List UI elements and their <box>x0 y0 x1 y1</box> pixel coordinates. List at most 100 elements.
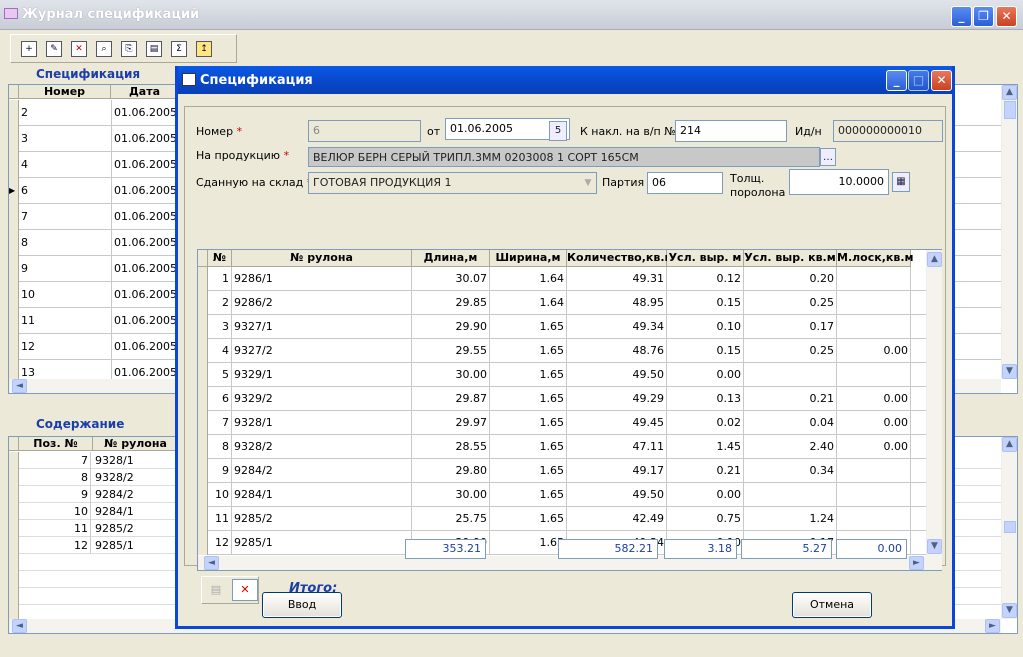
rolls-header-qty[interactable]: Количество,кв.м <box>567 250 674 267</box>
rolls-header-roll[interactable]: № рулона <box>232 250 412 267</box>
minimize-button[interactable]: _ <box>951 6 972 27</box>
restore-button[interactable]: ❐ <box>973 6 994 27</box>
spec-vscroll[interactable]: ▲ ▼ <box>1001 85 1017 379</box>
rolls-roll-cell: 9285/1 <box>232 531 412 555</box>
table-row[interactable]: 10 9284/1 30.00 1.65 49.50 0.00 <box>198 483 926 507</box>
sum-icon[interactable]: Σ <box>171 41 187 57</box>
rolls-mlosk-cell <box>837 507 911 531</box>
row-indicator <box>9 100 19 126</box>
export-icon[interactable]: ↥ <box>196 41 212 57</box>
scroll-thumb[interactable] <box>1004 101 1016 119</box>
add-record-icon[interactable]: + <box>21 41 37 57</box>
rolls-roll-cell: 9286/1 <box>232 267 412 291</box>
product-field[interactable]: ВЕЛЮР БЕРН СЕРЫЙ ТРИПЛ.3ММ 0203008 1 СОР… <box>308 147 820 167</box>
calculator-icon[interactable]: ▦ <box>892 172 910 192</box>
rolls-width-cell: 1.65 <box>490 363 567 387</box>
scroll-up-icon[interactable]: ▲ <box>1002 85 1017 100</box>
copy-icon[interactable]: ⎘ <box>121 41 137 57</box>
print-icon[interactable]: ▤ <box>146 41 162 57</box>
browse-product-button[interactable]: … <box>820 148 836 166</box>
table-row[interactable]: 4 9327/2 29.55 1.65 48.76 0.15 0.25 0.00 <box>198 339 926 363</box>
foam-field[interactable]: 10.0000 <box>789 169 889 195</box>
add-row-icon[interactable]: ▤ <box>205 580 227 600</box>
scroll-down-icon[interactable]: ▼ <box>1002 603 1017 618</box>
find-icon[interactable]: ⌕ <box>96 41 112 57</box>
rolls-width-cell: 1.65 <box>490 483 567 507</box>
chevron-down-icon[interactable]: ▼ <box>581 175 595 191</box>
spec-number-cell: 4 <box>21 158 28 171</box>
scroll-thumb[interactable] <box>1004 521 1016 533</box>
scroll-right-icon[interactable]: ► <box>909 556 924 570</box>
rolls-width-cell: 1.65 <box>490 411 567 435</box>
batch-field[interactable]: 06 <box>647 172 723 194</box>
rolls-length-cell: 28.55 <box>412 435 490 459</box>
total-mlosk: 0.00 <box>836 539 907 559</box>
foam-label-1: Толщ. <box>730 172 765 185</box>
spec-date-cell: 01.06.2005 <box>111 282 179 308</box>
table-row[interactable]: 8 9328/2 28.55 1.65 47.11 1.45 2.40 0.00 <box>198 435 926 459</box>
rolls-usl-kvm-cell <box>744 363 837 387</box>
rolls-header-length[interactable]: Длина,м <box>412 250 490 267</box>
scroll-down-icon[interactable]: ▼ <box>1002 364 1017 379</box>
content-pos-cell: 9 <box>19 486 91 503</box>
edit-record-icon[interactable]: ✎ <box>46 41 62 57</box>
rolls-header-usl-kvm[interactable]: Усл. выр. кв.м <box>744 250 837 267</box>
row-indicator <box>9 256 19 282</box>
content-header-roll: № рулона <box>93 437 179 451</box>
row-indicator <box>198 387 208 411</box>
scroll-up-icon[interactable]: ▲ <box>1002 437 1017 452</box>
warehouse-label: Сданную на склад <box>196 176 304 189</box>
scroll-down-icon[interactable]: ▼ <box>927 539 942 554</box>
rolls-header-width[interactable]: Ширина,м <box>490 250 567 267</box>
ok-button[interactable]: Ввод <box>262 592 342 618</box>
rolls-width-cell: 1.64 <box>490 267 567 291</box>
scroll-right-icon[interactable]: ► <box>985 619 1000 633</box>
rolls-mlosk-cell: 0.00 <box>837 339 911 363</box>
table-row[interactable]: 11 9285/2 25.75 1.65 42.49 0.75 1.24 <box>198 507 926 531</box>
row-indicator <box>9 588 19 605</box>
row-indicator <box>198 435 208 459</box>
scroll-up-icon[interactable]: ▲ <box>927 252 942 267</box>
rolls-vscroll[interactable]: ▲ ▼ <box>926 250 942 556</box>
dialog-frame: Номер * 6 от 01.06.2005 5 К накл. на в/п… <box>184 106 946 604</box>
row-indicator <box>9 152 19 178</box>
table-row[interactable]: 6 9329/2 29.87 1.65 49.29 0.13 0.21 0.00 <box>198 387 926 411</box>
rolls-usl-m-cell: 0.00 <box>667 363 744 387</box>
rolls-width-cell: 1.65 <box>490 387 567 411</box>
grid-actions: ▤ ✕ <box>201 576 259 604</box>
row-indicator <box>9 486 19 503</box>
scroll-left-icon[interactable]: ◄ <box>12 619 27 633</box>
rolls-header-usl-m[interactable]: Усл. выр. м <box>667 250 744 267</box>
rolls-length-cell: 29.90 <box>412 315 490 339</box>
scroll-left-icon[interactable]: ◄ <box>204 556 219 570</box>
rolls-no-cell: 6 <box>208 387 232 411</box>
table-row[interactable]: 2 9286/2 29.85 1.64 48.95 0.15 0.25 <box>198 291 926 315</box>
dialog-maximize-button[interactable]: □ <box>908 70 929 91</box>
delete-record-icon[interactable]: ✕ <box>71 41 87 57</box>
cancel-button[interactable]: Отмена <box>792 592 872 618</box>
scroll-left-icon[interactable]: ◄ <box>12 379 27 393</box>
delete-row-icon[interactable]: ✕ <box>232 579 258 601</box>
invoice-field[interactable]: 214 <box>675 120 787 142</box>
rolls-header-no[interactable]: № <box>208 250 232 267</box>
total-length: 353.21 <box>405 539 486 559</box>
dialog-minimize-button[interactable]: _ <box>886 70 907 91</box>
table-row[interactable]: 5 9329/1 30.00 1.65 49.50 0.00 <box>198 363 926 387</box>
table-row[interactable]: 1 9286/1 30.07 1.64 49.31 0.12 0.20 <box>198 267 926 291</box>
close-button[interactable]: ✕ <box>996 6 1017 27</box>
rolls-usl-m-cell: 0.10 <box>667 315 744 339</box>
calendar-icon[interactable]: 5 <box>549 121 567 141</box>
table-row[interactable]: 9 9284/2 29.80 1.65 49.17 0.21 0.34 <box>198 459 926 483</box>
table-row[interactable]: 7 9328/1 29.97 1.65 49.45 0.02 0.04 0.00 <box>198 411 926 435</box>
rolls-qty-cell: 49.45 <box>567 411 667 435</box>
dialog-close-button[interactable]: ✕ <box>931 70 952 91</box>
warehouse-select[interactable]: ГОТОВАЯ ПРОДУКЦИЯ 1 <box>308 172 597 194</box>
number-field[interactable]: 6 <box>308 120 421 142</box>
content-vscroll[interactable]: ▲ ▼ <box>1001 437 1017 619</box>
spec-date-cell: 01.06.2005 <box>111 100 179 126</box>
rolls-length-cell: 29.87 <box>412 387 490 411</box>
rolls-roll-cell: 9284/1 <box>232 483 412 507</box>
rolls-header-mlosk[interactable]: М.лоск,кв.м <box>837 250 914 267</box>
document-icon <box>182 73 196 86</box>
table-row[interactable]: 3 9327/1 29.90 1.65 49.34 0.10 0.17 <box>198 315 926 339</box>
